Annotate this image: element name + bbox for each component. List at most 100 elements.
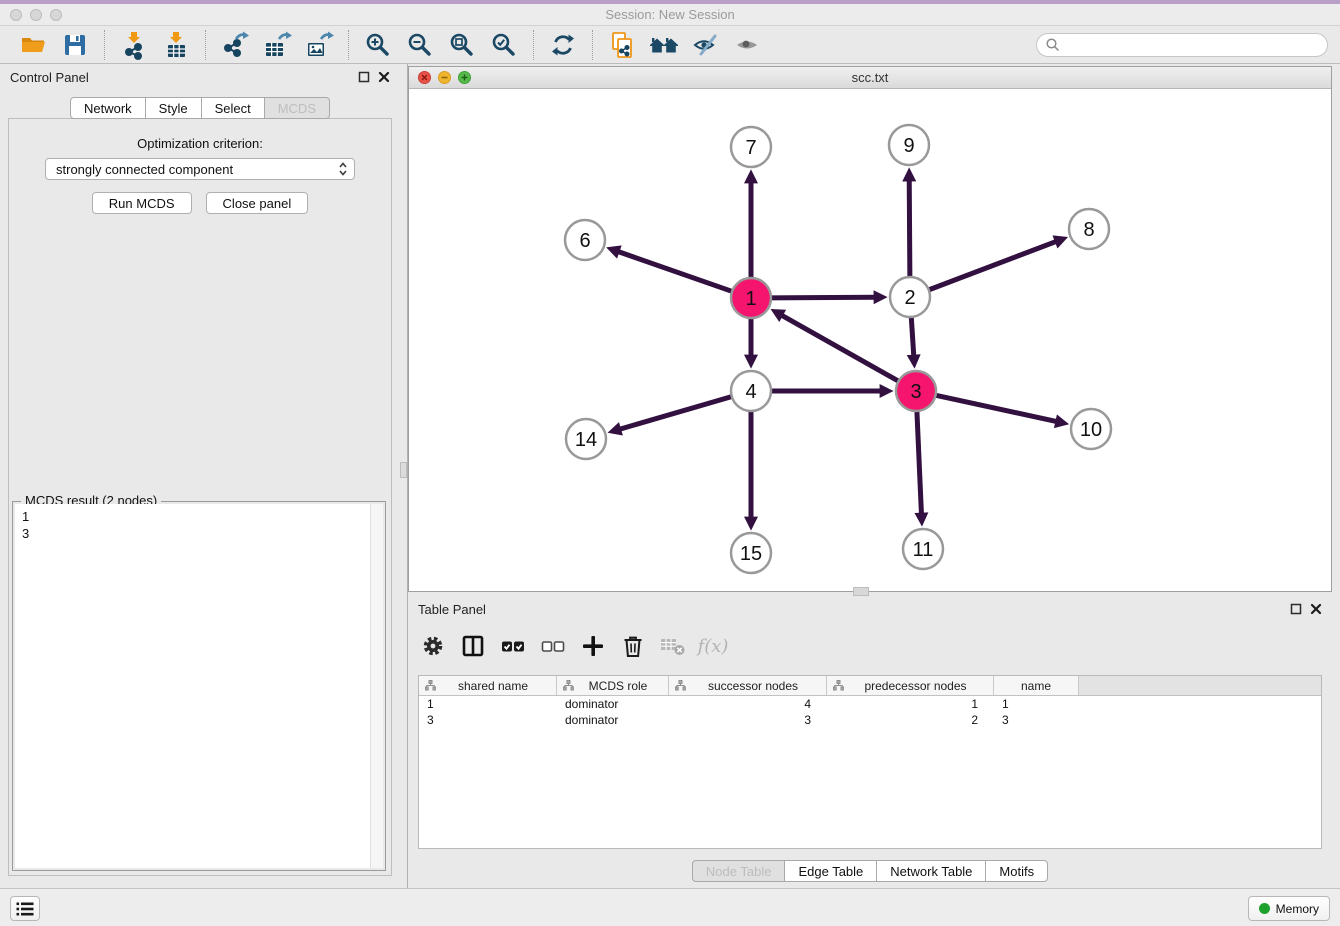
chevron-updown-icon [338, 161, 348, 177]
delete-table-icon [658, 631, 688, 661]
deselect-all-icon[interactable] [538, 631, 568, 661]
import-network-icon[interactable] [118, 30, 150, 60]
run-mcds-button[interactable]: Run MCDS [92, 192, 192, 214]
node-3[interactable]: 3 [896, 371, 936, 411]
zoom-selected-icon[interactable] [488, 30, 520, 60]
column-header-predecessor-nodes[interactable]: predecessor nodes [827, 676, 994, 695]
memory-label: Memory [1276, 902, 1319, 916]
show-view-icon[interactable] [732, 30, 764, 60]
toolbar-separator [348, 30, 349, 60]
column-header-name[interactable]: name [994, 676, 1079, 695]
svg-text:8: 8 [1083, 219, 1094, 241]
table-row[interactable]: 1dominator411 [419, 696, 1321, 712]
tab-select[interactable]: Select [202, 97, 265, 119]
table-cell: 1 [827, 697, 994, 711]
edge-3-11[interactable] [917, 409, 922, 514]
table-cell: 2 [827, 713, 994, 727]
node-9[interactable]: 9 [889, 125, 929, 165]
edge-2-9[interactable] [909, 180, 910, 279]
toolbar-separator [205, 30, 206, 60]
mcds-result-group: MCDS result (2 nodes) 1 3 [12, 501, 386, 871]
column-header-successor-nodes[interactable]: successor nodes [669, 676, 827, 695]
node-1[interactable]: 1 [731, 278, 771, 318]
close-panel-button[interactable]: Close panel [206, 192, 309, 214]
float-panel-icon[interactable] [358, 71, 370, 83]
zoom-out-icon[interactable] [404, 30, 436, 60]
memory-button[interactable]: Memory [1248, 896, 1330, 921]
table-row[interactable]: 3dominator323 [419, 712, 1321, 728]
refresh-layout-icon[interactable] [547, 30, 579, 60]
column-header-mcds-role[interactable]: MCDS role [557, 676, 669, 695]
task-history-button[interactable] [10, 896, 40, 921]
save-icon[interactable] [59, 30, 91, 60]
import-table-icon[interactable] [160, 30, 192, 60]
criterion-dropdown[interactable]: strongly connected component [45, 158, 355, 180]
result-scrollbar[interactable] [370, 504, 383, 868]
splitter-grip[interactable] [400, 462, 407, 478]
delete-icon[interactable] [618, 631, 648, 661]
tab-network-table[interactable]: Network Table [877, 860, 986, 882]
search-input[interactable] [1065, 37, 1319, 52]
edge-3-10[interactable] [934, 395, 1057, 422]
hide-view-icon[interactable] [690, 30, 722, 60]
export-network-icon[interactable] [219, 30, 251, 60]
node-11[interactable]: 11 [903, 529, 943, 569]
column-header-shared-name[interactable]: shared name [419, 676, 557, 695]
node-14[interactable]: 14 [566, 419, 606, 459]
open-folder-icon[interactable] [17, 30, 49, 60]
node-2[interactable]: 2 [890, 277, 930, 317]
svg-text:11: 11 [913, 539, 934, 561]
mcds-result-area[interactable]: 1 3 [15, 504, 383, 868]
tab-motifs[interactable]: Motifs [986, 860, 1048, 882]
mcds-result-text: 1 3 [15, 504, 370, 868]
export-image-icon[interactable] [303, 30, 335, 60]
zoom-fit-icon[interactable] [446, 30, 478, 60]
network-canvas[interactable]: 7 9 6 8 1 2 4 3 14 10 15 11 [409, 89, 1331, 591]
table-cell: 3 [994, 713, 1079, 727]
status-bar: Memory [0, 888, 1340, 926]
float-panel-icon[interactable] [1290, 603, 1302, 615]
vertical-splitter[interactable] [400, 64, 408, 888]
app-titlebar[interactable]: Session: New Session [0, 4, 1340, 26]
svg-text:9: 9 [903, 135, 914, 157]
node-6[interactable]: 6 [565, 220, 605, 260]
edge-2-3[interactable] [911, 315, 914, 356]
select-all-icon[interactable] [498, 631, 528, 661]
edge-1-2[interactable] [769, 297, 875, 298]
node-table[interactable]: shared nameMCDS rolesuccessor nodesprede… [418, 675, 1322, 849]
close-panel-icon[interactable] [1310, 603, 1322, 615]
node-15[interactable]: 15 [731, 533, 771, 573]
edge-1-6[interactable] [618, 252, 734, 293]
svg-text:3: 3 [910, 381, 921, 403]
export-table-icon[interactable] [261, 30, 293, 60]
home-icon[interactable] [648, 30, 680, 60]
table-header-row: shared nameMCDS rolesuccessor nodesprede… [419, 676, 1321, 696]
tab-edge-table[interactable]: Edge Table [785, 860, 877, 882]
tab-style[interactable]: Style [146, 97, 202, 119]
node-7[interactable]: 7 [731, 127, 771, 167]
toolbar-separator [104, 30, 105, 60]
node-4[interactable]: 4 [731, 371, 771, 411]
toolbar-separator [533, 30, 534, 60]
add-icon[interactable] [578, 631, 608, 661]
tab-mcds[interactable]: MCDS [265, 97, 330, 119]
tab-node-table[interactable]: Node Table [692, 860, 786, 882]
svg-text:4: 4 [745, 381, 756, 403]
gear-icon[interactable] [418, 631, 448, 661]
node-8[interactable]: 8 [1069, 209, 1109, 249]
search-field[interactable] [1036, 33, 1328, 57]
edge-3-1[interactable] [781, 315, 900, 382]
close-panel-icon[interactable] [378, 71, 390, 83]
horizontal-splitter-grip[interactable] [853, 587, 869, 596]
tab-network[interactable]: Network [70, 97, 146, 119]
network-titlebar[interactable]: scc.txt [409, 67, 1331, 89]
edge-2-8[interactable] [927, 241, 1056, 290]
memory-status-icon [1259, 903, 1270, 914]
node-10[interactable]: 10 [1071, 409, 1111, 449]
hierarchy-icon [833, 680, 844, 691]
manage-columns-icon[interactable] [458, 631, 488, 661]
network-file-icon[interactable] [606, 30, 638, 60]
hierarchy-icon [425, 680, 436, 691]
zoom-in-icon[interactable] [362, 30, 394, 60]
edge-4-14[interactable] [620, 396, 734, 429]
